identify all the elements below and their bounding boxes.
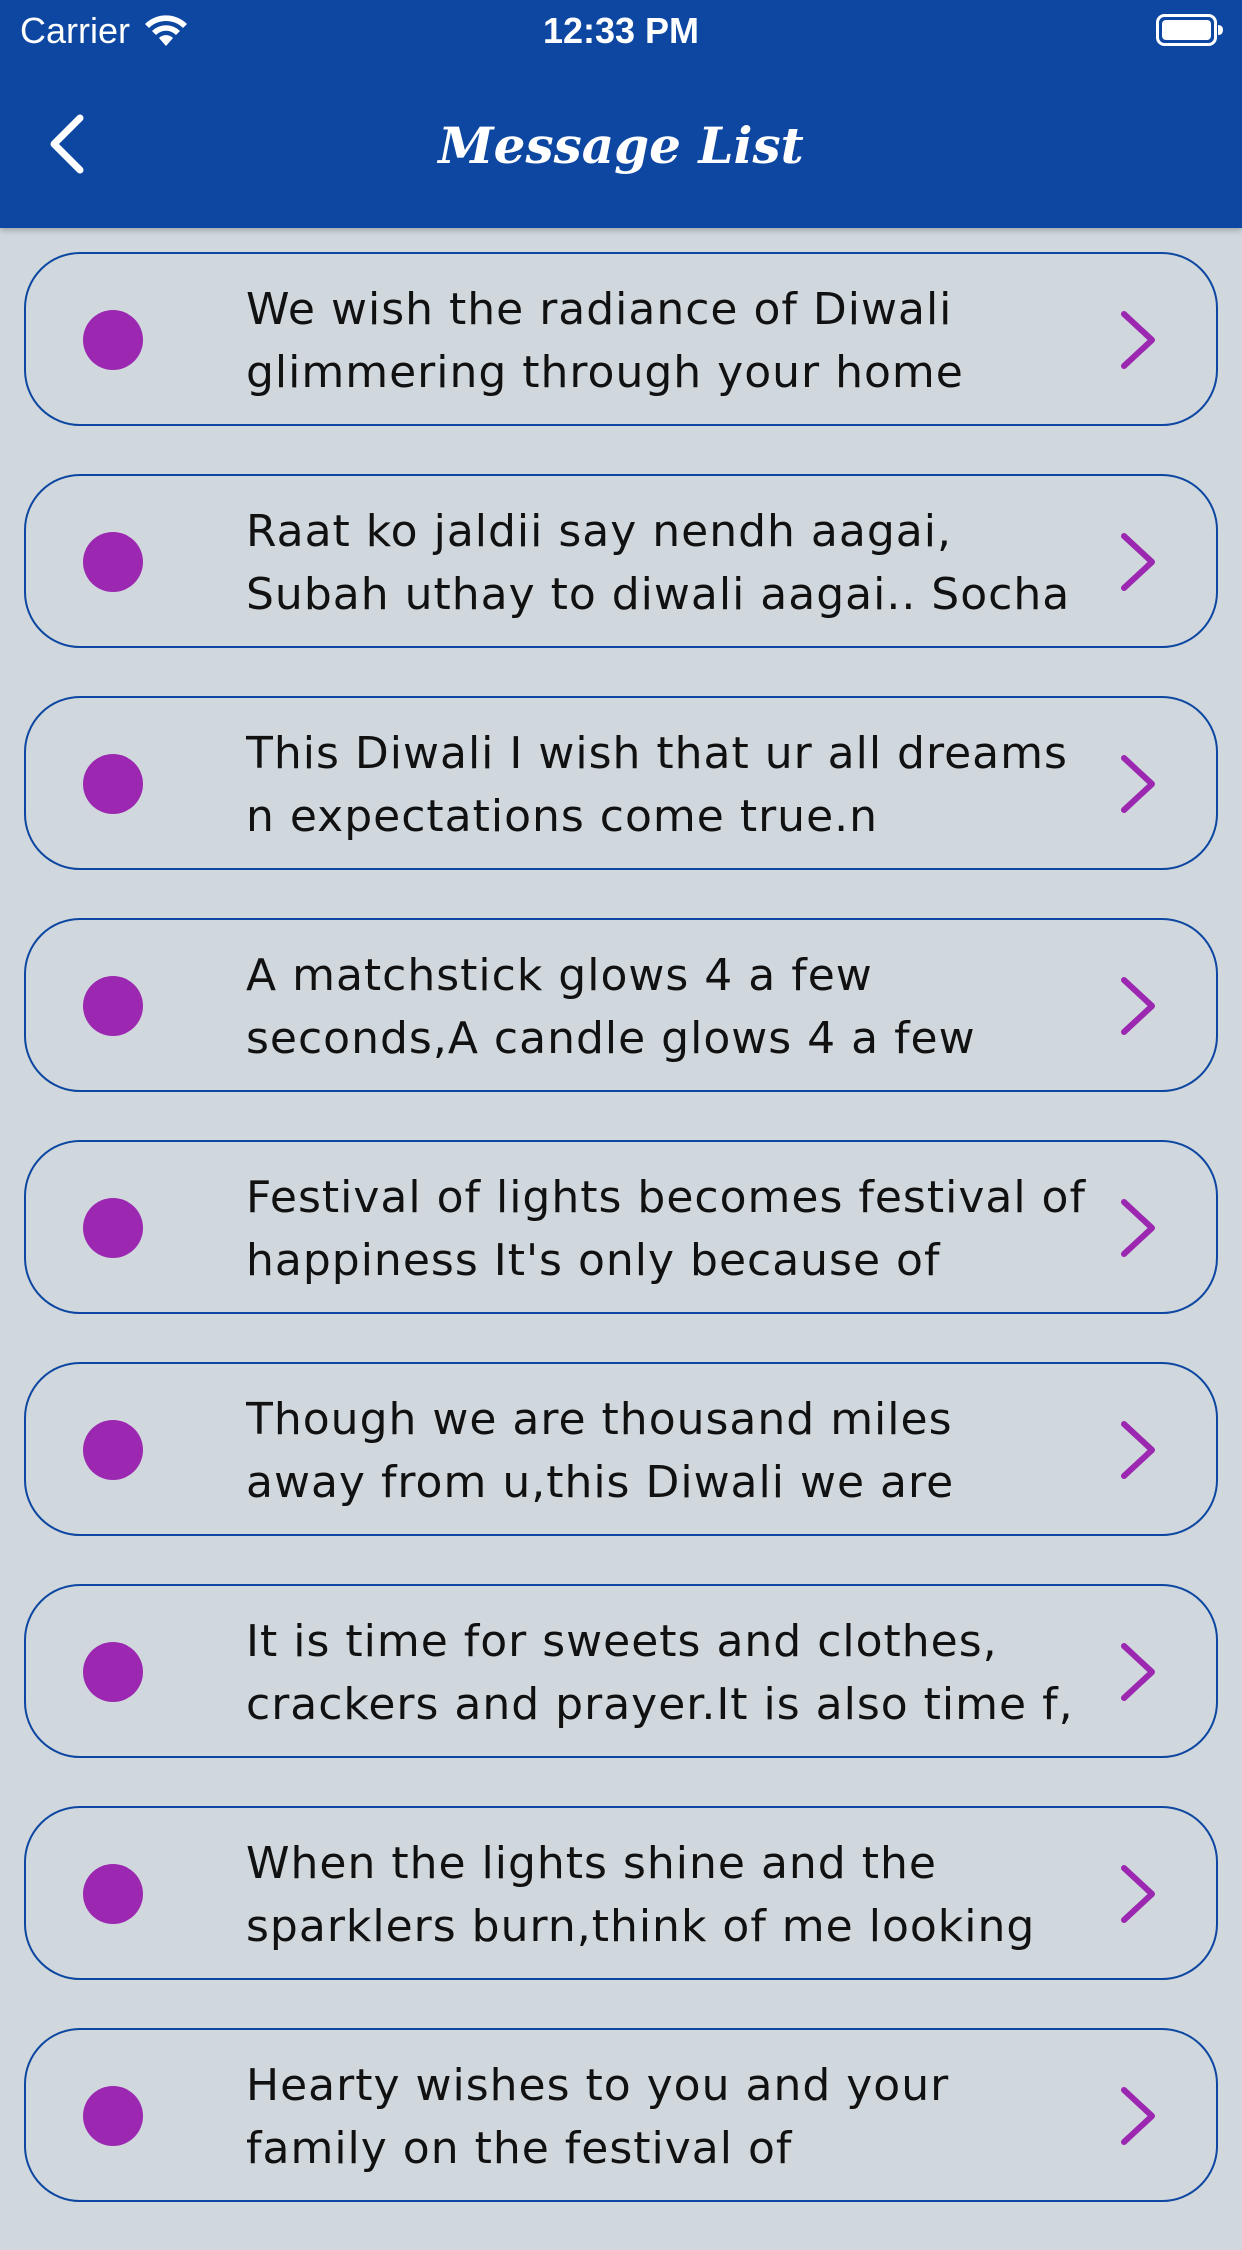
bullet-icon [83,532,143,592]
chevron-right-icon [1121,533,1155,591]
message-preview: It is time for sweets and clothes, crack… [246,1616,1074,1730]
chevron-right-icon [1121,311,1155,369]
message-preview: Festival of lights becomes festival of h… [246,1172,1086,1286]
message-preview: A matchstick glows 4 a few seconds,A can… [246,950,976,1064]
message-preview: When the lights shine and the sparklers … [246,1838,1036,1952]
message-preview: We wish the radiance of Diwali glimmerin… [246,284,964,398]
status-bar: Carrier 12:33 PM [0,0,1242,62]
navigation-bar: Carrier 12:33 PM Message List [0,0,1242,228]
bullet-icon [83,310,143,370]
bullet-icon [83,2086,143,2146]
page-title: Message List [438,116,804,175]
bullet-icon [83,976,143,1036]
bullet-icon [83,1864,143,1924]
battery-icon [1156,14,1223,46]
chevron-right-icon [1121,1199,1155,1257]
message-preview: Though we are thousand miles away from u… [246,1394,955,1508]
chevron-right-icon [1121,1421,1155,1479]
message-preview: Raat ko jaldii say nendh aagai, Subah ut… [246,506,1071,620]
message-item[interactable]: Raat ko jaldii say nendh aagai, Subah ut… [24,474,1218,648]
message-item[interactable]: This Diwali I wish that ur all dreams n … [24,696,1218,870]
chevron-right-icon [1121,1865,1155,1923]
message-item[interactable]: Festival of lights becomes festival of h… [24,1140,1218,1314]
bullet-icon [83,754,143,814]
chevron-right-icon [1121,1643,1155,1701]
message-list: We wish the radiance of Diwali glimmerin… [24,252,1218,2250]
message-item[interactable]: When the lights shine and the sparklers … [24,1806,1218,1980]
bullet-icon [83,1642,143,1702]
bullet-icon [83,1198,143,1258]
message-item[interactable]: Hearty wishes to you and your family on … [24,2028,1218,2202]
chevron-right-icon [1121,977,1155,1035]
chevron-right-icon [1121,2087,1155,2145]
message-item[interactable]: We wish the radiance of Diwali glimmerin… [24,252,1218,426]
status-time: 12:33 PM [542,10,700,51]
chevron-right-icon [1121,755,1155,813]
message-preview: Hearty wishes to you and your family on … [246,2060,950,2174]
message-preview: This Diwali I wish that ur all dreams n … [246,728,1068,842]
message-item[interactable]: It is time for sweets and clothes, crack… [24,1584,1218,1758]
bullet-icon [83,1420,143,1480]
message-item[interactable]: A matchstick glows 4 a few seconds,A can… [24,918,1218,1092]
message-item[interactable]: Though we are thousand miles away from u… [24,1362,1218,1536]
